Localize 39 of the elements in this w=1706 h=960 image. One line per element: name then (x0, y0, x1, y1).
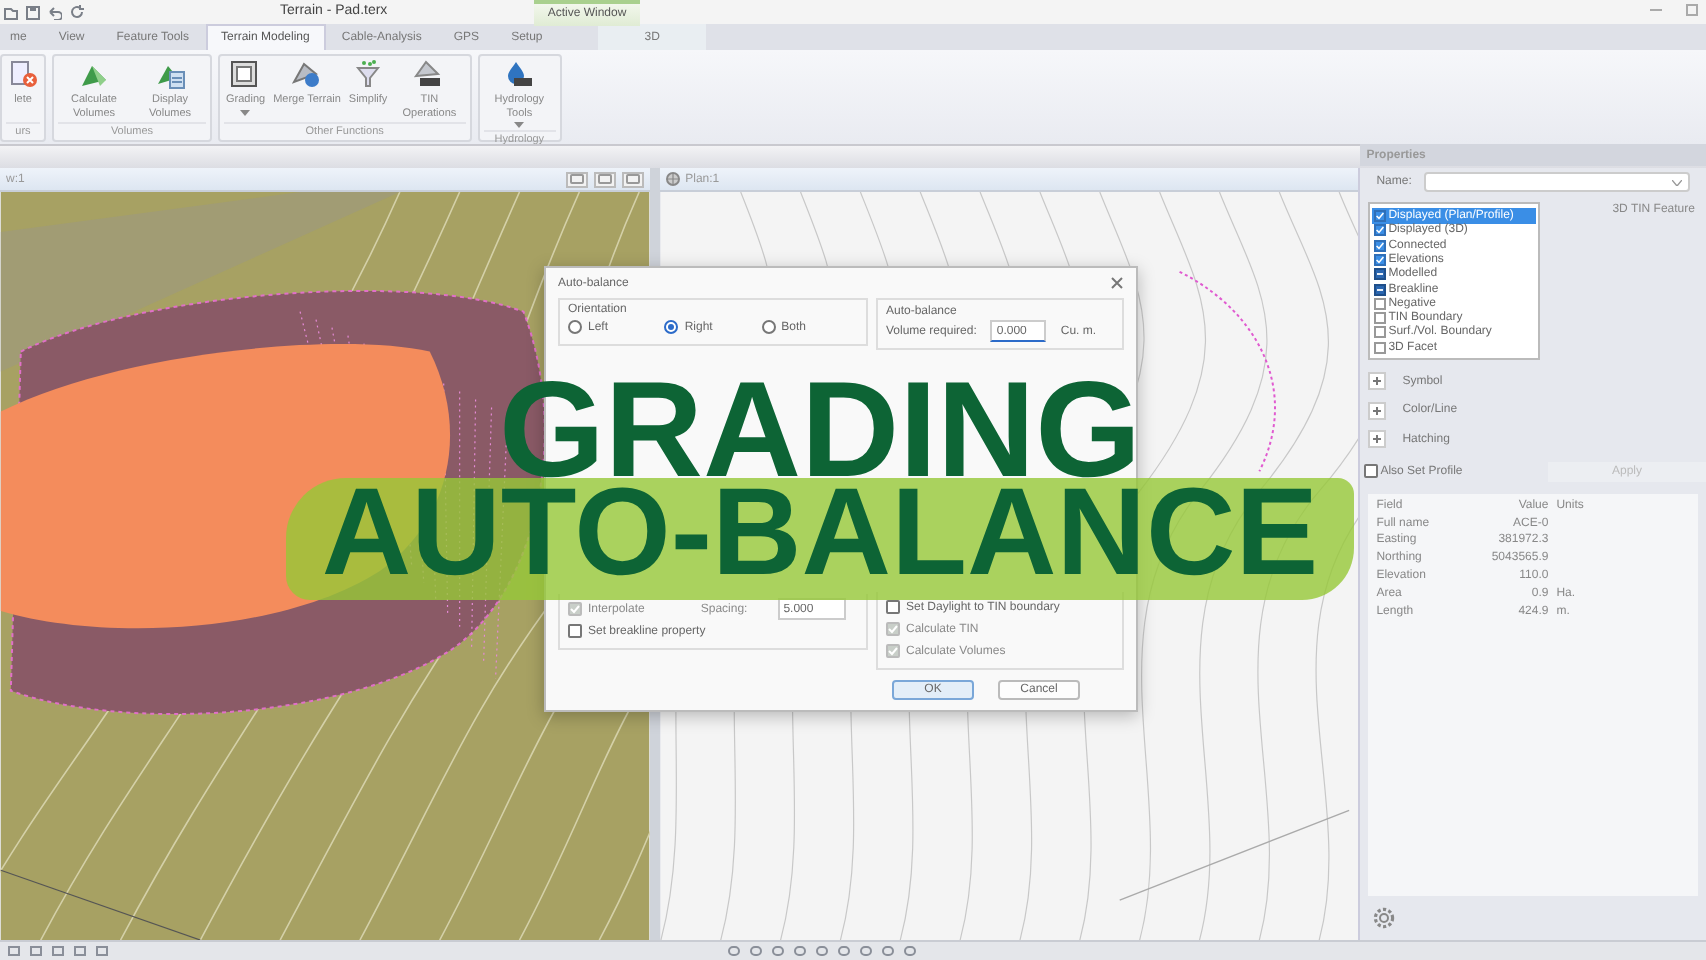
plus-icon (1372, 434, 1383, 445)
plus-icon (1372, 405, 1383, 416)
check-icon (888, 646, 898, 656)
water-drop-icon (504, 59, 535, 90)
terrain-grid-icon (414, 59, 445, 90)
save-icon[interactable] (26, 5, 40, 20)
checkbox[interactable] (1374, 297, 1387, 310)
name-dropdown[interactable] (1423, 172, 1690, 193)
checkbox[interactable] (1374, 283, 1387, 296)
checkbox[interactable] (568, 624, 582, 638)
check-icon (570, 604, 580, 614)
checkbox[interactable] (1374, 224, 1387, 237)
plus-icon (1372, 376, 1383, 387)
brush-highlighted-headline-text: AUTO-BALANCE (285, 478, 1355, 600)
close-icon[interactable] (1110, 276, 1124, 290)
terrain-globe-icon (292, 59, 322, 90)
minimize-icon[interactable] (1650, 4, 1662, 16)
checkbox[interactable] (1374, 326, 1387, 339)
checkbox[interactable] (1374, 312, 1387, 325)
checkbox[interactable] (1374, 341, 1387, 354)
restore-button[interactable] (593, 171, 616, 188)
checkbox[interactable] (1374, 268, 1387, 281)
checkbox[interactable] (1374, 253, 1387, 266)
document-x-icon (8, 59, 38, 90)
minimize-button[interactable] (565, 171, 588, 188)
settings-icon[interactable] (1372, 906, 1397, 931)
checkbox[interactable] (886, 600, 900, 614)
checkbox[interactable] (1374, 210, 1387, 223)
undo-icon[interactable] (48, 5, 62, 20)
check-icon (888, 624, 898, 634)
chevron-down-icon (1671, 179, 1682, 186)
funnel-icon (353, 59, 384, 90)
folder-icon[interactable] (4, 5, 18, 20)
square-frame-icon (230, 59, 261, 90)
close-button[interactable] (621, 171, 644, 188)
checkbox[interactable] (1364, 464, 1379, 479)
maximize-icon[interactable] (1686, 4, 1698, 16)
checkbox[interactable] (1374, 239, 1387, 252)
redo-icon[interactable] (70, 4, 86, 21)
